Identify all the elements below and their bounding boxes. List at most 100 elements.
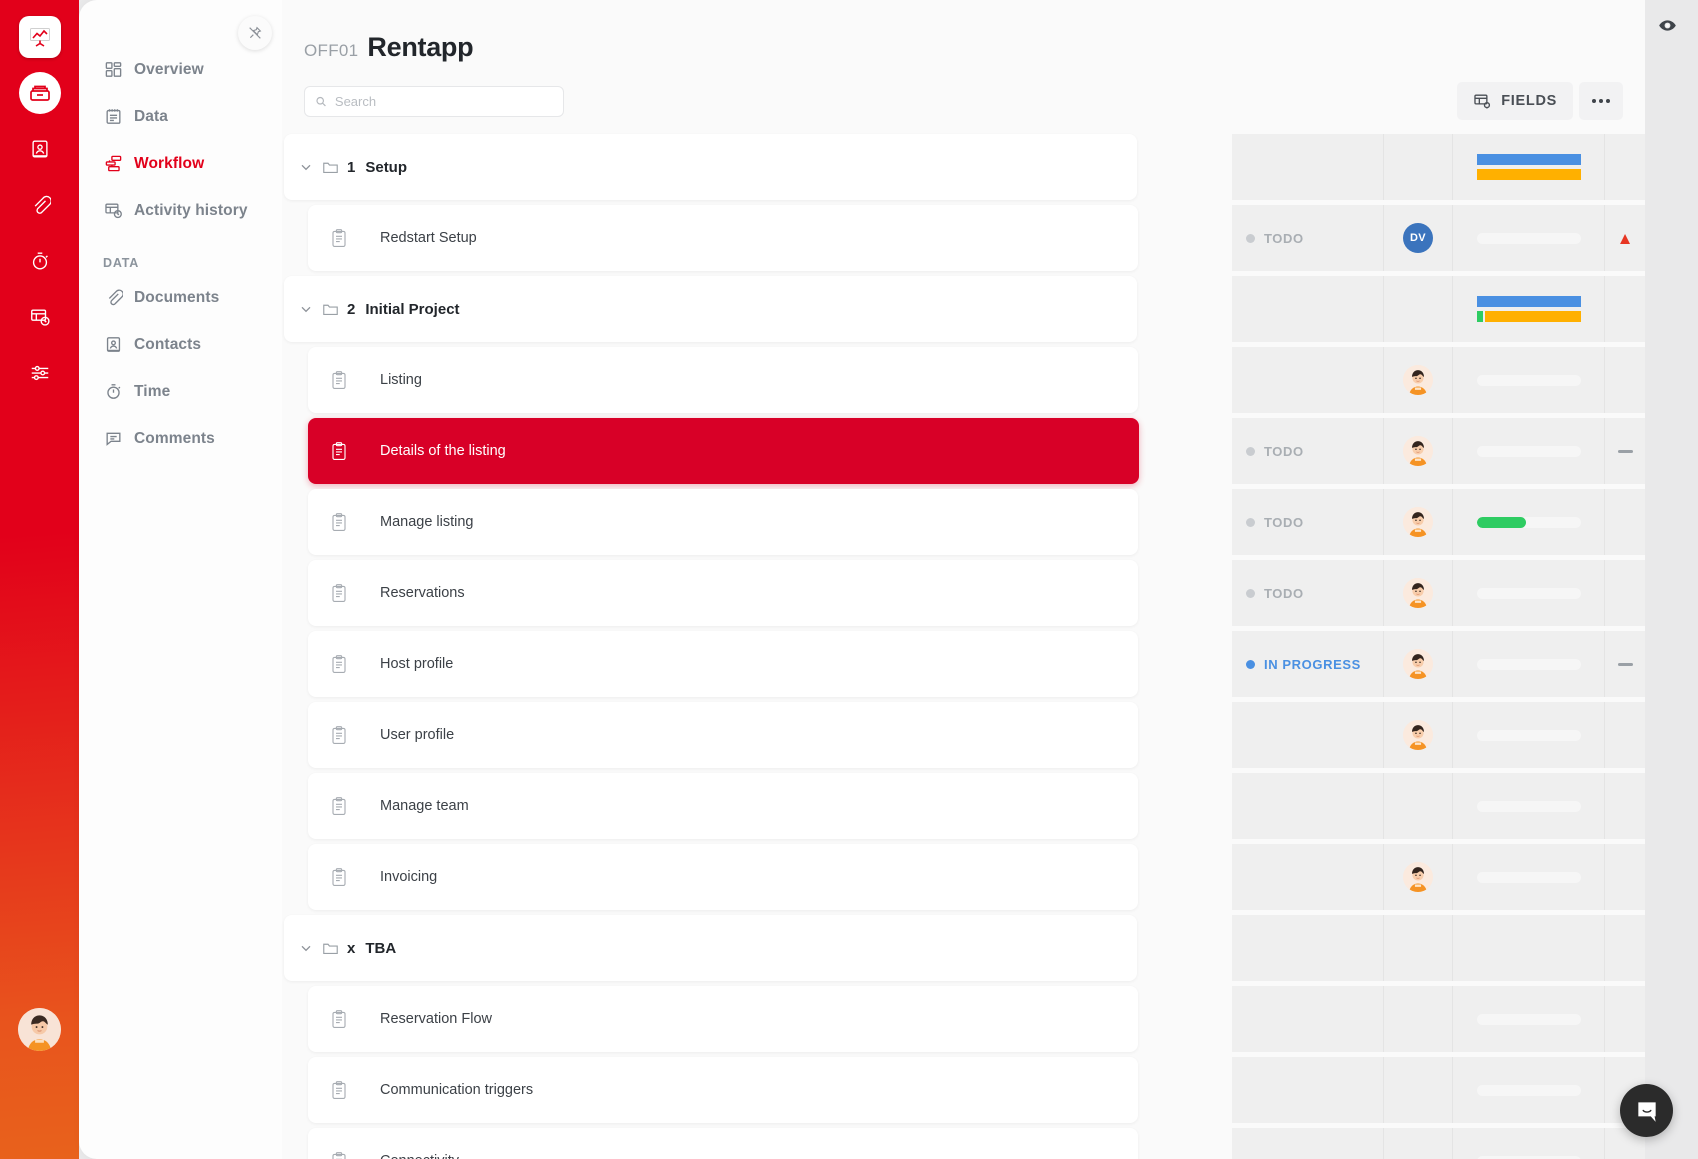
cell-progress[interactable]: [1452, 418, 1604, 484]
more-options-button[interactable]: [1579, 82, 1623, 120]
cell-assignee[interactable]: [1383, 489, 1452, 555]
chat-launcher-button[interactable]: [1620, 1084, 1673, 1137]
cell-assignee[interactable]: [1383, 560, 1452, 626]
table-row[interactable]: TODODetails of the listing: [282, 418, 1645, 484]
cell-status[interactable]: [1232, 773, 1383, 839]
table-group-row[interactable]: 1Setup: [282, 134, 1645, 200]
cell-progress[interactable]: [1452, 631, 1604, 697]
visibility-toggle-button[interactable]: [1654, 12, 1680, 38]
status-badge[interactable]: TODO: [1246, 231, 1304, 246]
cell-priority[interactable]: [1604, 560, 1645, 626]
assignee-avatar[interactable]: [1403, 649, 1433, 679]
cell-priority[interactable]: [1604, 915, 1645, 981]
table-group-row[interactable]: xTBA: [282, 915, 1645, 981]
cell-status[interactable]: TODO: [1232, 418, 1383, 484]
assignee-avatar[interactable]: DV: [1403, 223, 1433, 253]
task-label-card[interactable]: Communication triggers: [308, 1057, 1138, 1123]
cell-priority[interactable]: [1604, 631, 1645, 697]
table-row[interactable]: TODOReservations: [282, 560, 1645, 626]
rail-item-settings-sliders-icon[interactable]: [19, 352, 61, 394]
rail-item-activity-icon[interactable]: [19, 296, 61, 338]
cell-priority[interactable]: [1604, 986, 1645, 1052]
cell-assignee[interactable]: [1383, 702, 1452, 768]
assignee-avatar[interactable]: [1403, 578, 1433, 608]
cell-priority[interactable]: [1604, 418, 1645, 484]
priority-high-icon[interactable]: ▲: [1617, 230, 1634, 247]
cell-status[interactable]: [1232, 986, 1383, 1052]
cell-status[interactable]: IN PROGRESS: [1232, 631, 1383, 697]
rail-item-presentation-icon[interactable]: [19, 16, 61, 58]
cell-status[interactable]: [1232, 276, 1383, 342]
cell-progress[interactable]: [1452, 773, 1604, 839]
cell-progress[interactable]: [1452, 489, 1604, 555]
table-row[interactable]: Invoicing: [282, 844, 1645, 910]
cell-assignee[interactable]: [1383, 1057, 1452, 1123]
sidebar-item-activity-history[interactable]: Activity history: [79, 187, 282, 234]
sidebar-item-contacts[interactable]: Contacts: [79, 321, 282, 368]
sidebar-item-comments[interactable]: Comments: [79, 415, 282, 462]
cell-progress[interactable]: [1452, 276, 1604, 342]
group-label-card[interactable]: 1Setup: [284, 134, 1137, 200]
cell-priority[interactable]: [1604, 773, 1645, 839]
sidebar-item-documents[interactable]: Documents: [79, 274, 282, 321]
cell-status[interactable]: TODO: [1232, 560, 1383, 626]
cell-priority[interactable]: [1604, 276, 1645, 342]
cell-priority[interactable]: [1604, 347, 1645, 413]
cell-progress[interactable]: [1452, 1057, 1604, 1123]
cell-assignee[interactable]: [1383, 134, 1452, 200]
cell-status[interactable]: [1232, 844, 1383, 910]
sidebar-item-data[interactable]: Data: [79, 93, 282, 140]
cell-progress[interactable]: [1452, 134, 1604, 200]
cell-priority[interactable]: ▲: [1604, 205, 1645, 271]
sidebar-item-workflow[interactable]: Workflow: [79, 140, 282, 187]
cell-status[interactable]: [1232, 134, 1383, 200]
table-row[interactable]: IN PROGRESS Host profile: [282, 631, 1645, 697]
cell-status[interactable]: [1232, 915, 1383, 981]
assignee-avatar[interactable]: [1403, 720, 1433, 750]
unpin-button[interactable]: [238, 16, 272, 50]
task-label-card[interactable]: Manage listing: [308, 489, 1138, 555]
status-badge[interactable]: TODO: [1246, 586, 1304, 601]
cell-progress[interactable]: [1452, 560, 1604, 626]
table-row[interactable]: Listing: [282, 347, 1645, 413]
rail-item-files-icon[interactable]: [19, 72, 61, 114]
cell-progress[interactable]: [1452, 1128, 1604, 1159]
cell-status[interactable]: TODO: [1232, 205, 1383, 271]
cell-priority[interactable]: [1604, 489, 1645, 555]
cell-assignee[interactable]: [1383, 915, 1452, 981]
table-group-row[interactable]: 2Initial Project: [282, 276, 1645, 342]
task-label-card[interactable]: User profile: [308, 702, 1138, 768]
table-row[interactable]: Communication triggers: [282, 1057, 1645, 1123]
cell-assignee[interactable]: [1383, 631, 1452, 697]
assignee-avatar[interactable]: [1403, 436, 1433, 466]
cell-progress[interactable]: [1452, 347, 1604, 413]
table-row[interactable]: TODO DV ▲ Redstart Setup: [282, 205, 1645, 271]
status-badge[interactable]: TODO: [1246, 444, 1304, 459]
task-label-card[interactable]: Host profile: [308, 631, 1138, 697]
chevron-down-icon[interactable]: [298, 159, 314, 175]
cell-status[interactable]: [1232, 347, 1383, 413]
rail-item-paperclip-icon[interactable]: [19, 184, 61, 226]
task-label-card[interactable]: Connectivity: [308, 1128, 1138, 1159]
task-label-card[interactable]: Redstart Setup: [308, 205, 1138, 271]
cell-progress[interactable]: [1452, 986, 1604, 1052]
assignee-avatar[interactable]: [1403, 507, 1433, 537]
cell-assignee[interactable]: [1383, 986, 1452, 1052]
cell-status[interactable]: TODO: [1232, 489, 1383, 555]
task-label-card[interactable]: Listing: [308, 347, 1138, 413]
task-label-card[interactable]: Manage team: [308, 773, 1138, 839]
assignee-avatar[interactable]: [1403, 365, 1433, 395]
table-row[interactable]: Reservation Flow: [282, 986, 1645, 1052]
cell-assignee[interactable]: [1383, 844, 1452, 910]
cell-assignee[interactable]: [1383, 1128, 1452, 1159]
table-row[interactable]: TODO Manage listing: [282, 489, 1645, 555]
rail-item-stopwatch-icon[interactable]: [19, 240, 61, 282]
cell-progress[interactable]: [1452, 702, 1604, 768]
chevron-down-icon[interactable]: [298, 301, 314, 317]
cell-progress[interactable]: [1452, 915, 1604, 981]
group-label-card[interactable]: 2Initial Project: [284, 276, 1137, 342]
table-row[interactable]: User profile: [282, 702, 1645, 768]
task-label-card[interactable]: Reservation Flow: [308, 986, 1138, 1052]
cell-status[interactable]: [1232, 1057, 1383, 1123]
cell-assignee[interactable]: [1383, 276, 1452, 342]
